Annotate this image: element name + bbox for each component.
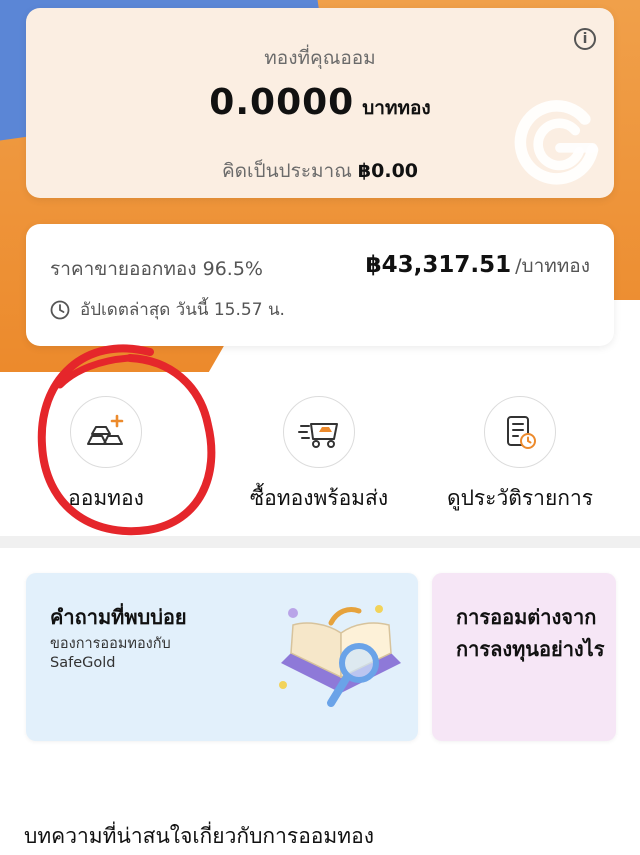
buy-gold-delivery-button[interactable]: ซื้อทองพร้อมส่ง	[234, 396, 404, 515]
section-divider	[0, 536, 640, 548]
save-gold-icon-circle[interactable]	[70, 396, 142, 468]
faq-subtitle: ของการออมทองกับ SafeGold	[50, 635, 171, 673]
save-gold-button[interactable]: ออมทอง	[56, 396, 156, 515]
buy-delivery-icon-circle[interactable]	[283, 396, 355, 468]
clock-icon	[50, 300, 70, 319]
gold-savings-card: ทองที่คุณออม 0.0000 บาททอง คิดเป็นประมาณ …	[26, 8, 614, 198]
diff-title: การออมต่างจาก การลงทุนอย่างไร	[456, 601, 626, 665]
gold-price-card: ราคาขายออกทอง 96.5% ฿43,317.51/บาททอง อั…	[26, 224, 614, 346]
diff-title-line2: การลงทุนอย่างไร	[456, 637, 605, 661]
history-label: ดูประวัติรายการ	[446, 486, 594, 510]
delivery-cart-icon	[298, 423, 338, 448]
view-history-button[interactable]: ดูประวัติรายการ	[420, 396, 620, 515]
savings-amount: 0.0000	[209, 82, 355, 123]
approx-label: คิดเป็นประมาณ	[221, 160, 352, 182]
buy-delivery-label: ซื้อทองพร้อมส่ง	[249, 486, 389, 510]
savings-unit: บาททอง	[362, 97, 431, 119]
sell-price-label: ราคาขายออกทอง 96.5%	[50, 258, 263, 280]
faq-subtitle-line1: ของการออมทองกับ	[50, 636, 171, 652]
faq-title: คำถามที่พบบ่อย	[50, 605, 187, 629]
faq-card[interactable]: คำถามที่พบบ่อย ของการออมทองกับ SafeGold	[26, 573, 418, 741]
approx-value: ฿0.00	[357, 160, 419, 182]
safegold-logo-icon	[514, 100, 599, 185]
articles-section-title: บทความที่น่าสนใจเกี่ยวกับการออมทอง	[24, 824, 374, 848]
history-icon-circle[interactable]	[484, 396, 556, 468]
save-gold-label: ออมทอง	[68, 486, 144, 510]
last-update-row: อัปเดตล่าสุด วันนี้ 15.57 น.	[50, 296, 285, 323]
savings-label: ทองที่คุณออม	[264, 47, 376, 69]
gold-bar-add-icon	[87, 414, 124, 445]
price-value-group: ฿43,317.51/บาททอง	[366, 251, 590, 281]
faq-subtitle-line2: SafeGold	[50, 655, 116, 671]
history-list-icon	[507, 416, 536, 449]
last-update-text: อัปเดตล่าสุด วันนี้ 15.57 น.	[80, 300, 285, 320]
book-magnifier-illustration	[279, 605, 401, 707]
sell-price-value: ฿43,317.51	[365, 252, 512, 278]
savings-vs-investing-card[interactable]: การออมต่างจาก การลงทุนอย่างไร	[432, 573, 616, 741]
sell-price-unit: /บาททอง	[515, 255, 590, 277]
info-icon[interactable]: i	[574, 28, 596, 50]
diff-title-line1: การออมต่างจาก	[456, 605, 597, 629]
